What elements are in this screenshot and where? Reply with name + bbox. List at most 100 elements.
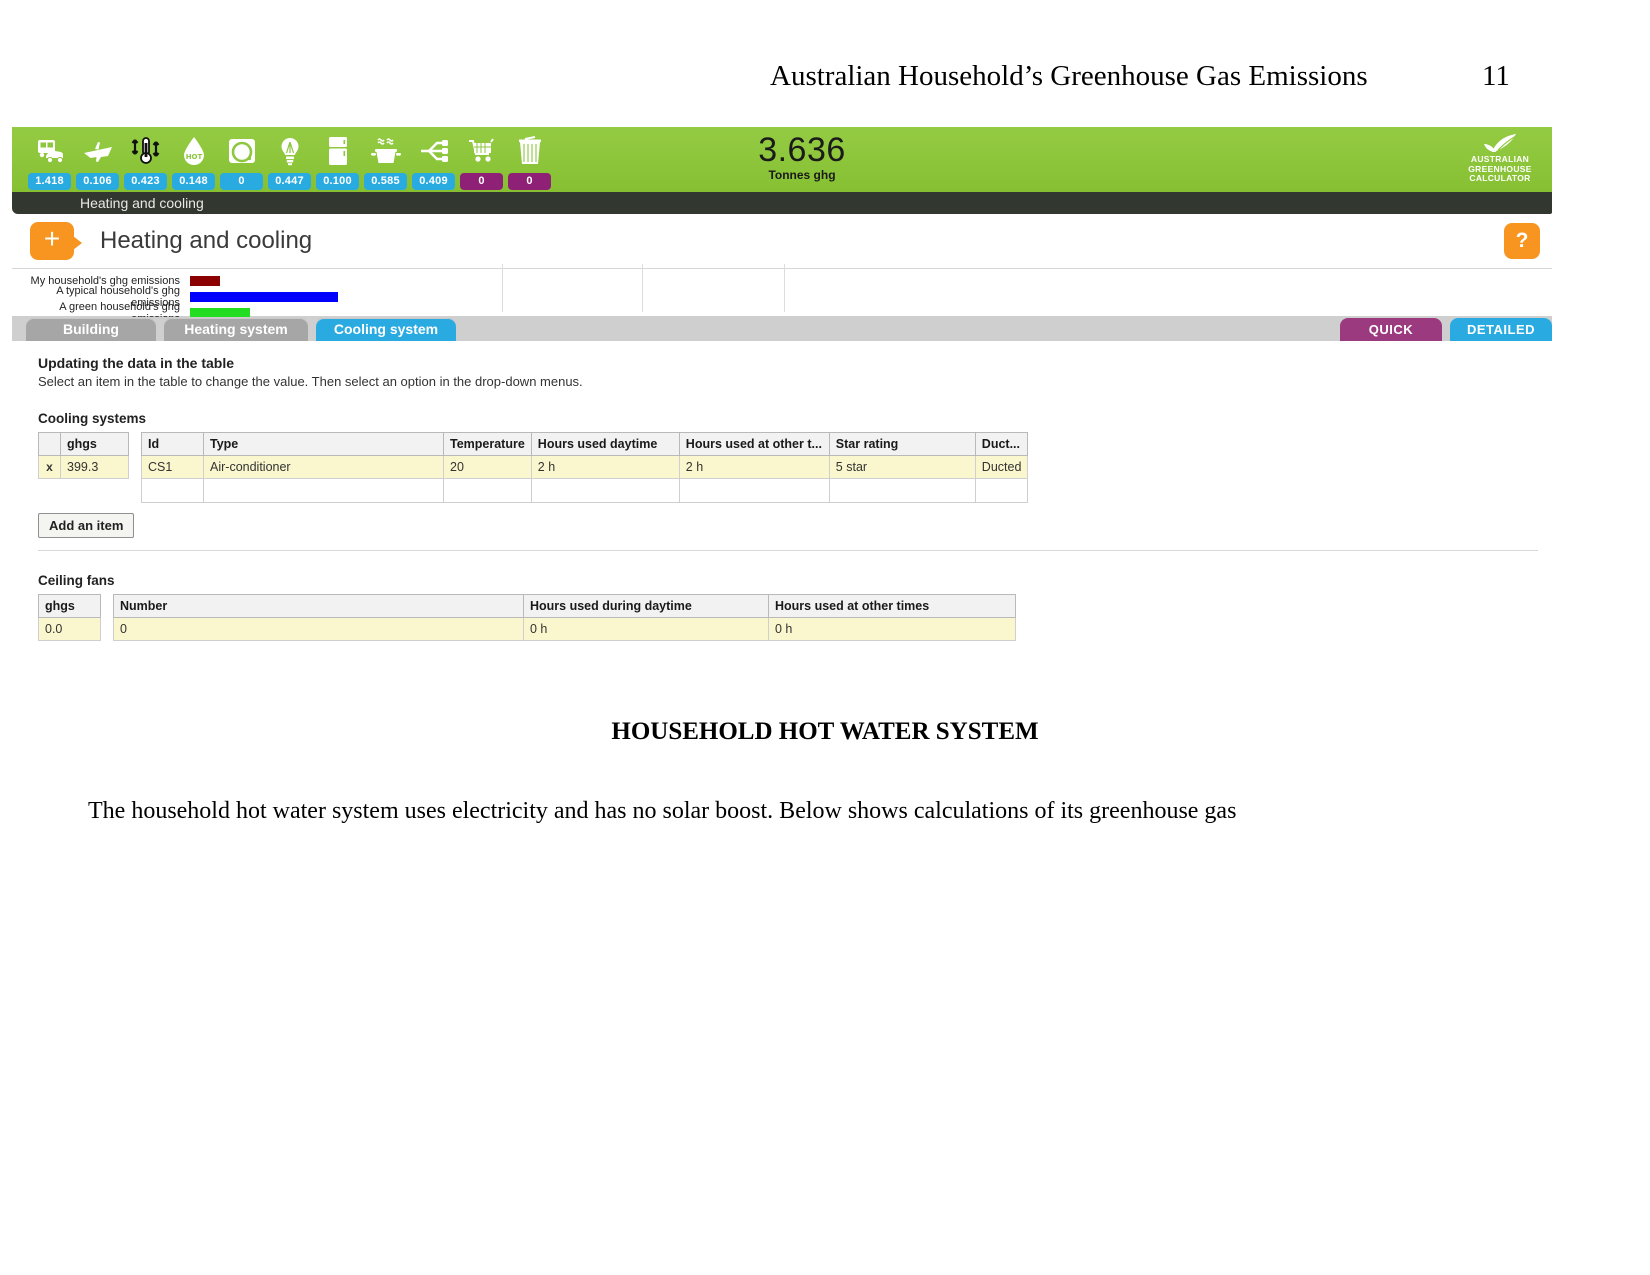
emissions-comparison-chart: My household's ghg emissions A typical h… [12,264,1552,325]
car-bus-icon [35,131,65,171]
col-select [38,432,61,456]
ceiling-fans-label: Ceiling fans [38,573,115,588]
panel-content: Updating the data in the table Select an… [12,341,1552,641]
chart-gridline [502,264,503,312]
instructions-subtitle: Select an item in the table to change th… [38,374,583,389]
col-hours-daytime: Hours used during daytime [523,594,769,618]
col-type: Type [203,432,444,456]
category-cooking[interactable]: 0.585 [362,131,409,190]
delete-row-button[interactable]: x [38,455,61,479]
chart-gridline [642,264,643,312]
col-ghgs: ghgs [60,432,129,456]
chart-row: My household's ghg emissions [12,274,1552,287]
col-temperature: Temperature [443,432,532,456]
cell-ghgs: 399.3 [60,455,129,479]
category-shopping[interactable]: 0 [458,131,505,190]
chart-bar-green-household [190,307,250,318]
panel-header: + Heating and cooling ? [12,214,1552,269]
australian-greenhouse-calculator-logo: AUSTRALIAN GREENHOUSE CALCULATOR [1454,131,1546,184]
total-emissions-value: 3.636 [758,131,846,169]
chart-track [190,291,1520,302]
panel-title: Heating and cooling [100,227,313,254]
tab-building[interactable]: Building [26,318,156,341]
shopping-trolley-icon [467,131,497,171]
cell-hours-daytime[interactable]: 0 h [523,617,769,641]
svg-text:HOT: HOT [185,153,202,161]
help-button[interactable]: ? [1504,223,1540,259]
category-icon-strip: 1.418 0.106 0.423 HOT 0.148 0 0.447 0.10… [12,127,554,190]
greenhouse-calculator-app: 1.418 0.106 0.423 HOT 0.148 0 0.447 0.10… [12,127,1552,672]
category-value: 0 [508,173,551,190]
add-cooling-system-button[interactable]: Add an item [38,513,135,538]
cell-number[interactable]: 0 [113,617,524,641]
cell-hours-daytime[interactable]: 2 h [530,455,680,479]
total-emissions: 3.636 Tonnes ghg [712,133,892,182]
category-value: 0.447 [268,173,311,190]
chart-gridline [784,264,785,312]
table-header-row: ghgs Number Hours used during daytime Ho… [38,594,1016,618]
category-value: 0 [220,173,263,190]
col-ghgs: ghgs [38,594,101,618]
category-refrigeration[interactable]: 0.100 [314,131,361,190]
table-row[interactable]: 0.0 0 0 h 0 h [38,617,1016,641]
expand-panel-button[interactable]: + [30,222,82,260]
ceiling-fans-table: ghgs Number Hours used during daytime Ho… [38,594,1016,641]
waste-bin-icon [517,131,543,171]
breadcrumb-bar: Heating and cooling [12,192,1552,214]
cell-ghgs: 0.0 [38,617,101,641]
category-air-travel[interactable]: 0.106 [74,131,121,190]
category-hot-water[interactable]: HOT 0.148 [170,131,217,190]
cell-hours-other[interactable]: 2 h [678,455,830,479]
col-id: Id [141,432,204,456]
logo-line-3: CALCULATOR [1469,173,1531,183]
cooling-systems-label: Cooling systems [38,411,147,426]
category-transport[interactable]: 1.418 [26,131,73,190]
category-heating-cooling[interactable]: 0.423 [122,131,169,190]
cooling-systems-table: ghgs Id Type Temperature Hours used dayt… [38,432,1029,503]
chart-row: A typical household's ghg emissions [12,285,1552,309]
section-heading: HOUSEHOLD HOT WATER SYSTEM [611,718,1039,745]
category-value: 0.106 [76,173,119,190]
table-row-empty[interactable] [39,478,1029,503]
category-value: 0.409 [412,173,455,190]
cell-type[interactable]: Air-conditioner [203,455,444,479]
chart-bar-my-household [190,275,220,286]
col-spacer [101,595,114,618]
page-number: 11 [1482,60,1510,92]
cooking-pot-icon [370,131,402,171]
cell-temperature[interactable]: 20 [443,455,532,479]
tab-detailed[interactable]: DETAILED [1450,318,1552,341]
cell-ducting[interactable]: Ducted [974,455,1029,479]
cell-star-rating[interactable]: 5 star [828,455,976,479]
power-plug-icon [418,131,450,171]
tab-cooling-system[interactable]: Cooling system [316,318,456,341]
washing-machine-icon [227,131,257,171]
cell-spacer [101,618,114,641]
tab-heating-system[interactable]: Heating system [164,318,308,341]
cell-hours-other[interactable]: 0 h [768,617,1016,641]
tab-quick[interactable]: QUICK [1340,318,1442,341]
instructions-title: Updating the data in the table [38,355,235,371]
category-lighting[interactable]: 0.447 [266,131,313,190]
mode-tab-group: QUICK DETAILED [1332,318,1552,341]
category-toolbar: 1.418 0.106 0.423 HOT 0.148 0 0.447 0.10… [12,127,1552,192]
category-waste[interactable]: 0 [506,131,553,190]
tab-bar: Building Heating system Cooling system Q… [12,317,1552,341]
thermometer-icon [130,131,162,171]
col-spacer [129,433,142,456]
page-title: Australian Household’s Greenhouse Gas Em… [770,60,1368,92]
cell-id[interactable]: CS1 [141,455,204,479]
airplane-icon [82,131,114,171]
cell-spacer [129,456,142,479]
col-star-rating: Star rating [828,432,976,456]
category-value: 0.423 [124,173,167,190]
category-appliances[interactable]: 0.409 [410,131,457,190]
breadcrumb[interactable]: Heating and cooling [12,195,204,211]
category-value: 0.148 [172,173,215,190]
col-number: Number [113,594,524,618]
chart-track [190,307,1520,318]
col-hours-daytime: Hours used daytime [530,432,680,456]
category-laundry[interactable]: 0 [218,131,265,190]
col-ducting: Duct... [974,432,1029,456]
table-row[interactable]: x 399.3 CS1 Air-conditioner 20 2 h 2 h 5… [38,455,1029,479]
